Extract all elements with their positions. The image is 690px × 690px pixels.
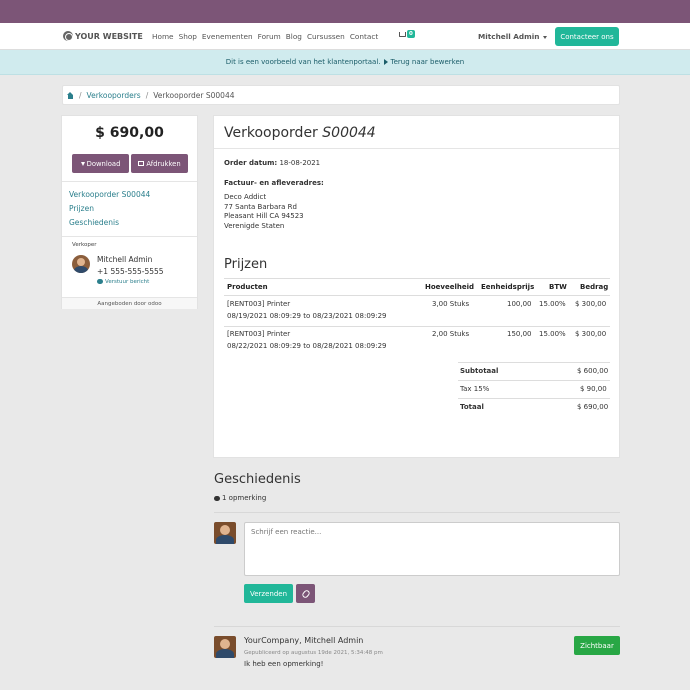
contact-us-button[interactable]: Contacteer ons bbox=[555, 27, 619, 46]
total-label: Totaal bbox=[460, 403, 484, 411]
order-number: S00044 bbox=[322, 125, 376, 141]
cart-count-badge: 0 bbox=[407, 30, 415, 38]
banner-text: Dit is een voorbeeld van het klantenport… bbox=[225, 58, 381, 66]
attach-file-button[interactable] bbox=[296, 584, 315, 603]
col-amount: Bedrag bbox=[580, 283, 609, 291]
message-body: Ik heb een opmerking! bbox=[244, 660, 324, 668]
download-icon bbox=[80, 161, 85, 166]
line-1-tax: 15.00% bbox=[539, 300, 566, 308]
line-2-qty: 2,00 Stuks bbox=[432, 330, 470, 338]
comment-icon bbox=[97, 279, 103, 284]
comment-input[interactable] bbox=[244, 522, 620, 576]
preview-banner: Dit is een voorbeeld van het klantenport… bbox=[0, 50, 690, 75]
user-name: Mitchell Admin bbox=[478, 32, 540, 41]
menu-item-contact[interactable]: Contact bbox=[350, 32, 378, 41]
brand-name: YOUR WEBSITE bbox=[75, 31, 143, 41]
breadcrumb-sales-orders[interactable]: Verkooporders bbox=[87, 91, 141, 100]
cart-icon bbox=[399, 31, 406, 37]
breadcrumb-current: Verkooporder S00044 bbox=[153, 90, 235, 100]
comments-icon bbox=[214, 495, 220, 501]
address-block: Deco Addict 77 Santa Barbara Rd Pleasant… bbox=[224, 193, 304, 230]
order-title: Verkooporder S00044 bbox=[224, 125, 376, 141]
menu-item-home[interactable]: Home bbox=[152, 32, 174, 41]
tax-label: Tax 15% bbox=[460, 385, 490, 393]
line-1-amount: $ 300,00 bbox=[575, 300, 607, 308]
brand-logo[interactable]: YOUR WEBSITE bbox=[63, 31, 143, 41]
powered-by: Aangeboden door odoo bbox=[62, 297, 197, 309]
sidebar-link-prices[interactable]: Prijzen bbox=[69, 202, 150, 216]
line-2-period: 08/22/2021 08:09:29 to 08/28/2021 08:09:… bbox=[227, 342, 387, 350]
prices-title: Prijzen bbox=[224, 257, 268, 272]
line-2-product: [RENT003] Printer bbox=[227, 330, 291, 338]
globe-icon bbox=[63, 31, 73, 41]
order-sidebar: $ 690,00 Download Afdrukken Verkooporder… bbox=[61, 115, 198, 309]
back-to-edit-link[interactable]: Terug naar bewerken bbox=[391, 58, 465, 66]
seller-avatar bbox=[72, 255, 90, 273]
seller-phone: +1 555-555-5555 bbox=[97, 267, 164, 276]
user-menu[interactable]: Mitchell Admin bbox=[478, 32, 548, 41]
history-title: Geschiedenis bbox=[214, 472, 301, 487]
current-user-avatar bbox=[214, 522, 236, 544]
address-label: Factuur- en afleveradres: bbox=[224, 179, 324, 187]
send-comment-button[interactable]: Verzenden bbox=[244, 584, 293, 603]
menu-item-courses[interactable]: Cursussen bbox=[307, 32, 345, 41]
main-menu: Home Shop Evenementen Forum Blog Cursuss… bbox=[152, 32, 383, 41]
send-message-link[interactable]: Verstuur bericht bbox=[97, 279, 149, 285]
message-author: YourCompany, Mitchell Admin bbox=[244, 636, 364, 645]
order-date: Order datum: 18-08-2021 bbox=[224, 159, 321, 167]
visible-toggle-button[interactable]: Zichtbaar bbox=[574, 636, 620, 655]
cart-link[interactable]: 0 bbox=[399, 30, 415, 38]
col-unit-price: Eenheidsprijs bbox=[481, 283, 535, 291]
paperclip-icon bbox=[300, 588, 311, 599]
top-bar bbox=[0, 0, 690, 23]
navbar: YOUR WEBSITE Home Shop Evenementen Forum… bbox=[0, 23, 690, 50]
menu-item-forum[interactable]: Forum bbox=[258, 32, 281, 41]
message-author-avatar bbox=[214, 636, 236, 658]
home-icon[interactable] bbox=[67, 91, 74, 99]
caret-down-icon bbox=[543, 35, 548, 39]
seller-label: Verkoper bbox=[72, 242, 97, 248]
breadcrumb: / Verkooporders / Verkooporder S00044 bbox=[62, 85, 620, 105]
col-tax: BTW bbox=[549, 283, 567, 291]
subtotal-label: Subtotaal bbox=[460, 367, 499, 375]
line-1-period: 08/19/2021 08:09:29 to 08/23/2021 08:09:… bbox=[227, 312, 387, 320]
line-2-tax: 15.00% bbox=[539, 330, 566, 338]
sidebar-link-history[interactable]: Geschiedenis bbox=[69, 216, 150, 230]
message-date: Gepubliceerd op augustus 19de 2021, 5:34… bbox=[244, 650, 383, 656]
comment-count: 1 opmerking bbox=[214, 494, 266, 502]
arrow-right-icon bbox=[383, 59, 388, 65]
menu-item-shop[interactable]: Shop bbox=[179, 32, 197, 41]
sidebar-amount: $ 690,00 bbox=[95, 125, 164, 141]
line-1-unit-price: 100,00 bbox=[507, 300, 532, 308]
line-1-qty: 3,00 Stuks bbox=[432, 300, 470, 308]
menu-item-events[interactable]: Evenementen bbox=[202, 32, 253, 41]
seller-name: Mitchell Admin bbox=[97, 255, 153, 264]
tax-value: $ 90,00 bbox=[580, 385, 607, 393]
line-2-unit-price: 150,00 bbox=[507, 330, 532, 338]
print-icon bbox=[138, 161, 145, 166]
total-value: $ 690,00 bbox=[577, 403, 609, 411]
print-button[interactable]: Afdrukken bbox=[131, 154, 188, 173]
order-card: Verkooporder S00044 Order datum: 18-08-2… bbox=[213, 115, 620, 458]
subtotal-value: $ 600,00 bbox=[577, 367, 609, 375]
line-1-product: [RENT003] Printer bbox=[227, 300, 291, 308]
col-quantity: Hoeveelheid bbox=[425, 283, 475, 291]
col-products: Producten bbox=[227, 283, 268, 291]
download-button[interactable]: Download bbox=[72, 154, 129, 173]
sidebar-nav: Verkooporder S00044 Prijzen Geschiedenis bbox=[69, 188, 150, 230]
line-2-amount: $ 300,00 bbox=[575, 330, 607, 338]
menu-item-blog[interactable]: Blog bbox=[286, 32, 302, 41]
sidebar-link-order[interactable]: Verkooporder S00044 bbox=[69, 188, 150, 202]
